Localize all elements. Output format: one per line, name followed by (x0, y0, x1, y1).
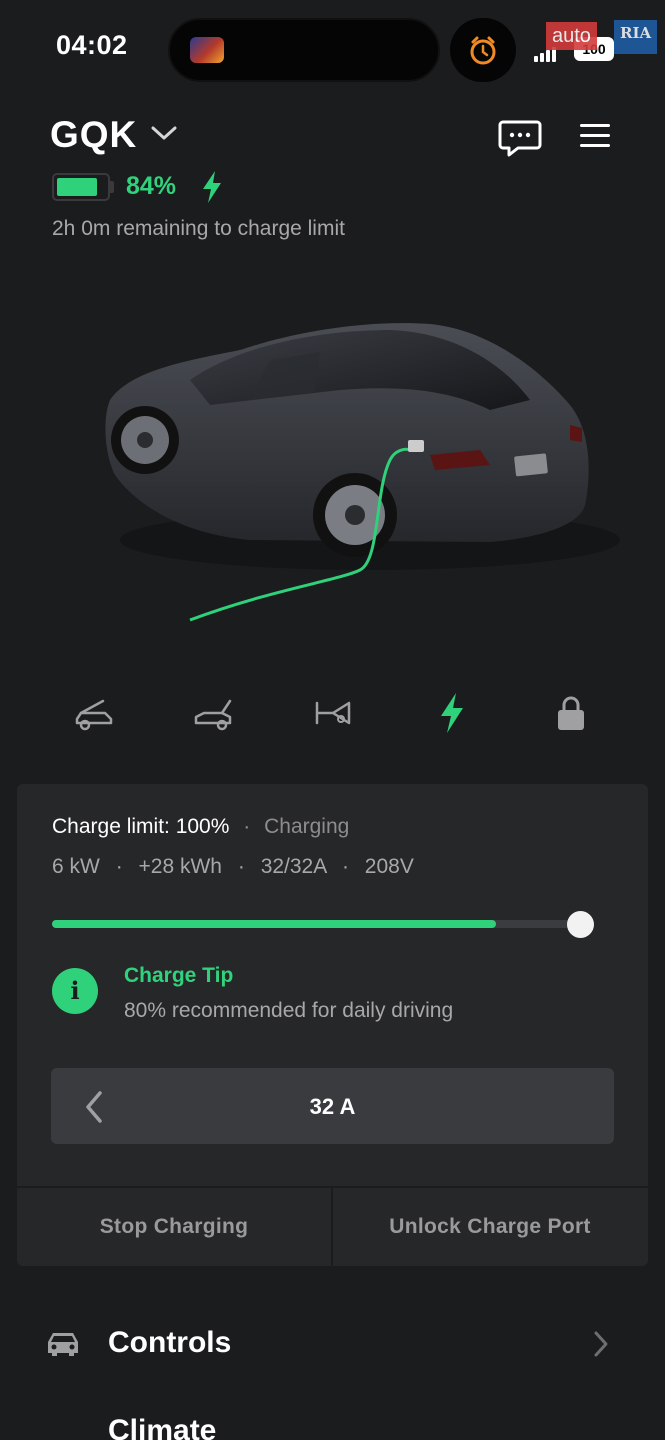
alarm-clock-icon (470, 36, 496, 65)
vehicle-image (105, 323, 620, 622)
separator: · (341, 855, 349, 878)
charging-stats: 6 kW · +28 kWh · 32/32A · 208V (52, 855, 414, 879)
charge-tip-text: 80% recommended for daily driving (124, 999, 454, 1022)
horn-icon (315, 701, 351, 725)
battery-fill (57, 178, 98, 196)
lock-icon (558, 696, 584, 730)
alarm-pill (450, 18, 516, 82)
current-amps: 32/32A (260, 855, 327, 878)
charge-tip-title: Charge Tip (124, 964, 234, 987)
charging-state: Charging (264, 815, 350, 838)
charge-limit-knob[interactable] (567, 911, 594, 938)
trunk-button[interactable] (189, 688, 239, 738)
battery-percent: 84% (126, 172, 177, 200)
watermark-ria: RIA (614, 20, 658, 54)
status-time: 04:02 (56, 30, 128, 60)
charge-limit-label: Charge limit: 100% (52, 815, 230, 838)
trunk-icon (194, 699, 232, 731)
app-activity-icon (190, 37, 224, 63)
battery-indicator (52, 173, 110, 201)
stop-charging-button[interactable]: Stop Charging (17, 1188, 331, 1266)
separator: · (115, 855, 123, 878)
energy-added: +28 kWh (138, 855, 222, 878)
charge-limit-line[interactable]: Charge limit: 100% · Charging (52, 815, 349, 839)
charge-level-fill (52, 920, 496, 928)
charge-remaining-text: 2h 0m remaining to charge limit (52, 217, 345, 240)
separator: · (243, 815, 251, 838)
horn-button[interactable] (308, 688, 358, 738)
voltage: 208V (364, 855, 414, 878)
unlock-charge-port-button[interactable]: Unlock Charge Port (333, 1188, 647, 1266)
controls-menu-item[interactable]: Controls (108, 1326, 231, 1360)
lock-button[interactable] (546, 688, 596, 738)
frunk-button[interactable] (70, 688, 120, 738)
chevron-right-icon[interactable] (592, 1330, 610, 1358)
battery-nub (110, 181, 114, 193)
frunk-icon (75, 699, 113, 731)
chat-icon[interactable] (498, 118, 542, 158)
charging-bolt-icon (203, 171, 221, 203)
vehicle-name[interactable]: GQK (50, 114, 137, 156)
car-icon (48, 1333, 78, 1356)
charge-power: 6 kW (52, 855, 100, 878)
amperage-value: 32 A (309, 1094, 356, 1119)
charge-icon (441, 693, 463, 733)
watermark-auto: auto (546, 22, 597, 50)
climate-menu-item[interactable]: Climate (108, 1414, 216, 1440)
charge-button[interactable] (427, 688, 477, 738)
separator: · (237, 855, 245, 878)
menu-icon[interactable] (580, 124, 610, 150)
chevron-down-icon[interactable] (150, 124, 178, 142)
info-icon: i (52, 968, 98, 1014)
